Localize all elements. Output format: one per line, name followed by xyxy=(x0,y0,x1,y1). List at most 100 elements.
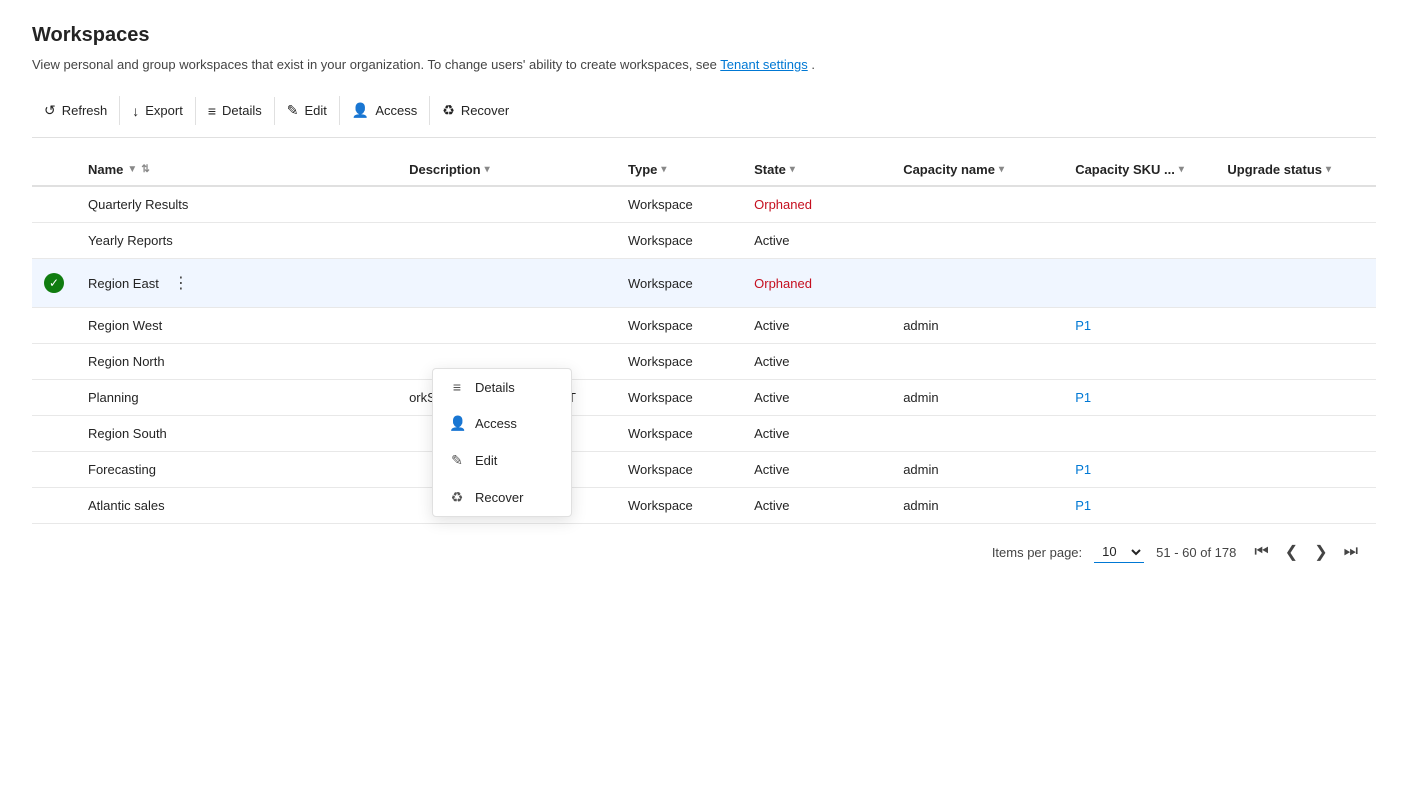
row-state: Orphaned xyxy=(742,259,891,308)
context-edit-icon: ✎ xyxy=(449,452,465,469)
row-capacity-sku: P1 xyxy=(1063,488,1215,524)
context-menu-item-edit[interactable]: ✎ Edit xyxy=(433,442,571,479)
last-page-button[interactable]: ⏭ xyxy=(1338,539,1364,565)
row-capacity-name xyxy=(891,344,1063,380)
header-name-label: Name xyxy=(88,162,123,177)
row-upgrade-status xyxy=(1215,223,1376,259)
context-details-icon: ≡ xyxy=(449,379,465,395)
row-type: Workspace xyxy=(616,488,742,524)
table-row[interactable]: Region NorthWorkspaceActive xyxy=(32,344,1376,380)
row-type: Workspace xyxy=(616,416,742,452)
header-checkbox xyxy=(32,154,76,186)
row-upgrade-status xyxy=(1215,344,1376,380)
type-filter-icon: ▾ xyxy=(661,164,666,175)
header-capacity-name[interactable]: Capacity name ▾ xyxy=(891,154,1063,186)
header-name[interactable]: Name ▼ ⇅ xyxy=(76,154,397,186)
row-name-cell: Planning xyxy=(76,380,397,416)
context-edit-label: Edit xyxy=(475,453,497,468)
subtitle: View personal and group workspaces that … xyxy=(32,57,1376,72)
toolbar: ↺Refresh↓Export≡Details✎Edit👤Access♻Reco… xyxy=(32,96,1376,138)
table-row[interactable]: Region WestWorkspaceActiveadminP1 xyxy=(32,308,1376,344)
row-type: Workspace xyxy=(616,186,742,223)
row-type: Workspace xyxy=(616,259,742,308)
table-container: Name ▼ ⇅ Description ▾ Type xyxy=(32,154,1376,524)
row-capacity-name xyxy=(891,259,1063,308)
row-capacity-sku xyxy=(1063,344,1215,380)
table-row[interactable]: PlanningorkSpace area or test in BBTWork… xyxy=(32,380,1376,416)
sort-icon: ▼ xyxy=(127,164,137,175)
row-state: Active xyxy=(742,488,891,524)
row-name-cell: Forecasting xyxy=(76,452,397,488)
details-icon: ≡ xyxy=(208,103,216,119)
row-type: Workspace xyxy=(616,308,742,344)
prev-page-button[interactable]: ❮ xyxy=(1279,538,1304,566)
workspaces-table: Name ▼ ⇅ Description ▾ Type xyxy=(32,154,1376,524)
subtitle-end: . xyxy=(811,57,815,72)
row-capacity-sku: P1 xyxy=(1063,380,1215,416)
row-check-cell xyxy=(32,223,76,259)
header-description-label: Description xyxy=(409,162,481,177)
context-menu-item-details[interactable]: ≡ Details xyxy=(433,369,571,405)
row-name-cell: Atlantic sales xyxy=(76,488,397,524)
header-capacity-sku[interactable]: Capacity SKU ... ▾ xyxy=(1063,154,1215,186)
workspace-name: Region North xyxy=(88,354,165,369)
workspace-name: Planning xyxy=(88,390,139,405)
row-capacity-name xyxy=(891,223,1063,259)
recover-button[interactable]: ♻Recover xyxy=(430,96,521,125)
row-description xyxy=(397,223,616,259)
row-description xyxy=(397,308,616,344)
context-menu-item-recover[interactable]: ♻Recover xyxy=(433,479,571,516)
export-icon: ↓ xyxy=(132,103,139,119)
table-row[interactable]: Atlantic salesWorkspaceActiveadminP1 xyxy=(32,488,1376,524)
header-type[interactable]: Type ▾ xyxy=(616,154,742,186)
access-icon: 👤 xyxy=(352,102,369,119)
row-check-cell xyxy=(32,488,76,524)
row-capacity-sku: P1 xyxy=(1063,308,1215,344)
row-state: Orphaned xyxy=(742,186,891,223)
first-page-button[interactable]: ⏮ xyxy=(1248,539,1274,565)
items-per-page-select[interactable]: 10 25 50 100 xyxy=(1094,541,1144,563)
table-row[interactable]: Region SouthWorkspaceActive xyxy=(32,416,1376,452)
row-more-button[interactable]: ⋮ xyxy=(167,269,195,297)
table-row[interactable]: ✓ Region East ⋮ WorkspaceOrphaned xyxy=(32,259,1376,308)
edit-button[interactable]: ✎Edit xyxy=(275,96,340,125)
header-capacity-name-label: Capacity name xyxy=(903,162,995,177)
workspace-name: Quarterly Results xyxy=(88,197,188,212)
table-row[interactable]: Quarterly Results WorkspaceOrphaned xyxy=(32,186,1376,223)
filter-icon: ⇅ xyxy=(141,164,149,175)
context-details-label: Details xyxy=(475,380,515,395)
row-description xyxy=(397,259,616,308)
check-icon: ✓ xyxy=(49,276,59,290)
workspace-name: Region East xyxy=(88,276,159,291)
row-check-cell: ✓ xyxy=(32,259,76,308)
row-check-cell xyxy=(32,452,76,488)
checkmark: ✓ xyxy=(44,273,64,293)
details-button[interactable]: ≡Details xyxy=(196,97,275,125)
upgrade-filter-icon: ▾ xyxy=(1326,164,1331,175)
table-row[interactable]: ForecastingWorkspaceActiveadminP1 xyxy=(32,452,1376,488)
workspace-name: Region West xyxy=(88,318,162,333)
row-capacity-name xyxy=(891,416,1063,452)
access-button[interactable]: 👤Access xyxy=(340,96,430,125)
row-check-cell xyxy=(32,380,76,416)
table-row[interactable]: Yearly ReportsWorkspaceActive xyxy=(32,223,1376,259)
header-description[interactable]: Description ▾ xyxy=(397,154,616,186)
row-check-cell xyxy=(32,416,76,452)
tenant-settings-link[interactable]: Tenant settings xyxy=(720,57,807,72)
row-name-cell: Yearly Reports xyxy=(76,223,397,259)
next-page-button[interactable]: ❯ xyxy=(1308,538,1333,566)
pagination: Items per page: 10 25 50 100 51 - 60 of … xyxy=(32,524,1376,580)
table-header: Name ▼ ⇅ Description ▾ Type xyxy=(32,154,1376,186)
row-upgrade-status xyxy=(1215,380,1376,416)
export-button[interactable]: ↓Export xyxy=(120,97,196,125)
context-recover-label: Recover xyxy=(475,490,523,505)
row-capacity-sku xyxy=(1063,223,1215,259)
row-type: Workspace xyxy=(616,223,742,259)
table-body: Quarterly ResultsWorkspaceOrphanedYearly… xyxy=(32,186,1376,524)
refresh-icon: ↺ xyxy=(44,102,56,119)
header-state[interactable]: State ▾ xyxy=(742,154,891,186)
refresh-button[interactable]: ↺Refresh xyxy=(32,96,120,125)
header-upgrade-status[interactable]: Upgrade status ▾ xyxy=(1215,154,1376,186)
header-type-label: Type xyxy=(628,162,657,177)
context-menu-item-access[interactable]: 👤Access xyxy=(433,405,571,442)
